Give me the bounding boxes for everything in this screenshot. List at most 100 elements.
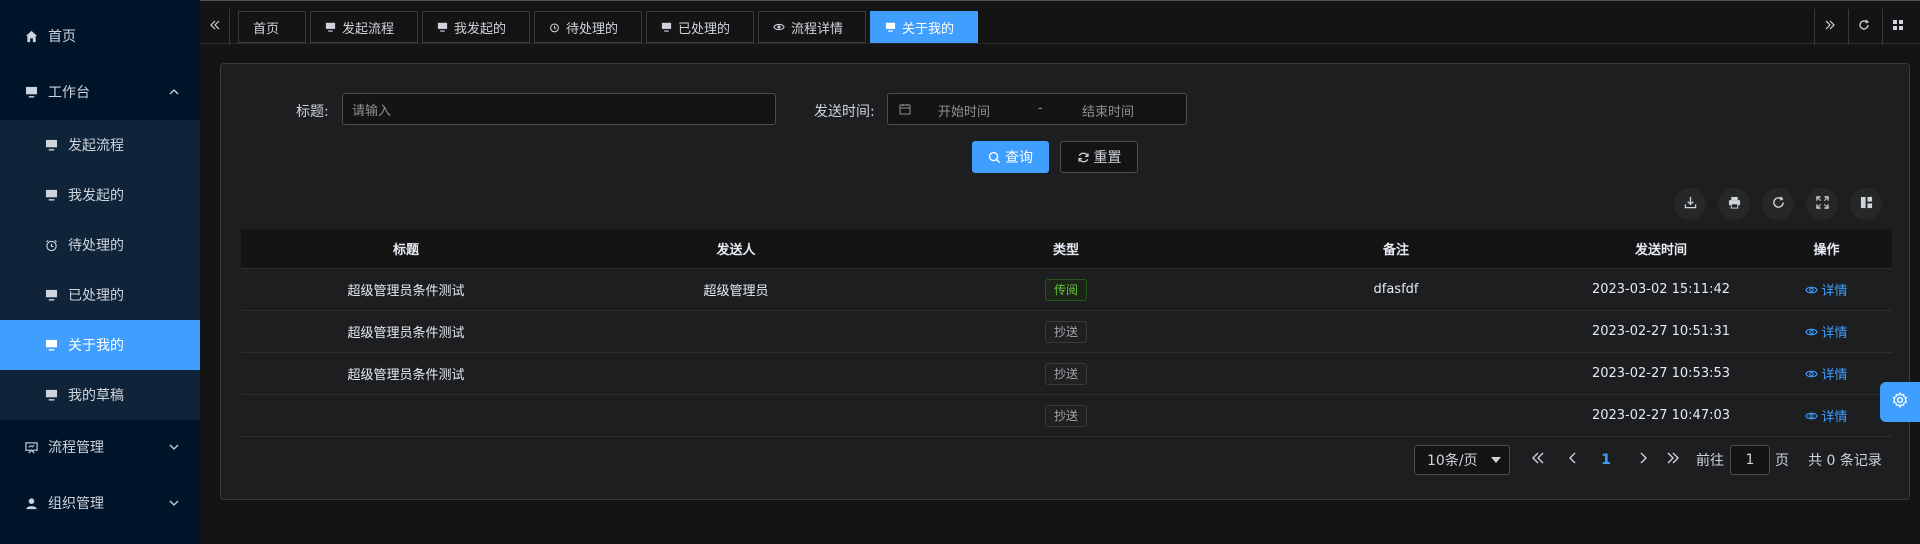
prev-page-button[interactable] [1561, 445, 1585, 475]
home-icon [24, 29, 38, 43]
column-header[interactable]: 操作 [1761, 229, 1892, 268]
sidebar-item-label: 关于我的 [68, 338, 124, 354]
sidebar-item-start-flow[interactable]: 发起流程 [0, 120, 200, 170]
user-icon [24, 496, 38, 510]
column-settings-button[interactable] [1850, 188, 1882, 220]
table-header: 标题 发送人 类型 备注 发送时间 操作 [241, 229, 1892, 269]
goto-suffix: 页 [1775, 453, 1789, 469]
title-input[interactable]: 请输入 [342, 93, 776, 125]
cell-type: 抄送 [901, 353, 1231, 394]
print-button[interactable] [1718, 188, 1750, 220]
sidebar-item-label: 发起流程 [68, 138, 124, 154]
title-label: 标题: [296, 104, 329, 120]
cell-type: 抄送 [901, 395, 1231, 436]
printer-icon [1728, 196, 1741, 213]
monitor-icon [325, 22, 336, 32]
tab-flow-detail[interactable]: 流程详情 [758, 11, 866, 43]
monitor-icon [885, 22, 896, 32]
cell-sender [571, 353, 901, 394]
tab-start-flow[interactable]: 发起流程 [310, 11, 418, 43]
start-time-placeholder[interactable]: 开始时间 [938, 101, 990, 120]
sidebar-item-home[interactable]: 首页 [0, 11, 200, 61]
column-header[interactable]: 类型 [901, 229, 1231, 268]
layout-grid-icon [1860, 196, 1873, 213]
settings-button[interactable] [1880, 382, 1920, 422]
sidebar-group-flow-manage[interactable]: 流程管理 [0, 422, 200, 472]
type-tag: 传阅 [1044, 278, 1087, 301]
query-button[interactable]: 查询 [972, 141, 1049, 173]
scroll-left-button[interactable] [200, 9, 230, 45]
cell-time: 2023-03-02 15:11:42 [1591, 282, 1731, 297]
sidebar-item-about-me[interactable]: 关于我的 [0, 320, 200, 370]
sidebar-item-label: 流程管理 [48, 440, 104, 456]
eye-icon [1805, 369, 1819, 379]
reset-button[interactable]: 重置 [1060, 141, 1138, 173]
sidebar-item-label: 已处理的 [68, 288, 124, 304]
column-header[interactable]: 发送人 [571, 229, 901, 268]
cell-action: 详情 [1761, 311, 1892, 352]
query-button-label: 查询 [1005, 150, 1033, 166]
tab-pending[interactable]: 待处理的 [534, 11, 642, 43]
table-row[interactable]: 超级管理员条件测试 抄送 2023-02-27 10:51:31 详情 [241, 311, 1892, 353]
sidebar-item-pending[interactable]: 待处理的 [0, 220, 200, 270]
cell-title: 超级管理员条件测试 [347, 326, 465, 341]
tab-home[interactable]: 首页 [238, 11, 306, 43]
sidebar-item-label: 待处理的 [68, 238, 124, 254]
sidebar-item-processed[interactable]: 已处理的 [0, 270, 200, 320]
detail-link[interactable]: 详情 [1805, 364, 1848, 383]
tab-about-me[interactable]: 关于我的 [870, 11, 978, 43]
detail-link[interactable]: 详情 [1805, 280, 1848, 299]
records-table: 标题 发送人 类型 备注 发送时间 操作 超级管理员条件测试 超级管理员 传阅 … [241, 229, 1892, 437]
scroll-right-button[interactable] [1814, 9, 1844, 45]
cell-action: 详情 [1761, 395, 1892, 436]
sidebar-item-label: 我发起的 [68, 188, 124, 204]
sidebar-group-org-manage[interactable]: 组织管理 [0, 478, 200, 528]
refresh-tab-button[interactable] [1848, 9, 1878, 45]
end-time-placeholder[interactable]: 结束时间 [1082, 101, 1134, 120]
column-header[interactable]: 标题 [241, 229, 571, 268]
double-chevron-right-icon [1824, 19, 1836, 35]
monitor-icon [44, 388, 58, 402]
sidebar-item-label: 工作台 [48, 85, 90, 101]
tab-label: 已处理的 [678, 21, 731, 37]
first-page-button[interactable] [1526, 445, 1550, 475]
sidebar-item-drafts[interactable]: 我的草稿 [0, 370, 200, 420]
detail-link[interactable]: 详情 [1805, 406, 1848, 425]
refresh-table-button[interactable] [1762, 188, 1794, 220]
detail-link[interactable]: 详情 [1805, 322, 1848, 341]
monitor-icon [44, 188, 58, 202]
tab-menu-button[interactable] [1882, 9, 1912, 45]
page-number-current[interactable]: 1 [1594, 445, 1618, 475]
table-row[interactable]: 抄送 2023-02-27 10:47:03 详情 [241, 395, 1892, 437]
column-header[interactable]: 备注 [1231, 229, 1561, 268]
cell-note [1231, 311, 1561, 352]
refresh-icon [1858, 19, 1870, 35]
detail-link-label: 详情 [1821, 368, 1848, 383]
page-size-select[interactable]: 10条/页 [1414, 445, 1510, 475]
tab-processed[interactable]: 已处理的 [646, 11, 754, 43]
last-page-button[interactable] [1659, 445, 1687, 475]
column-header[interactable]: 发送时间 [1561, 229, 1761, 268]
chevron-down-icon [168, 497, 180, 509]
chevron-down-icon [168, 441, 180, 453]
goto-page-input[interactable]: 1 [1730, 445, 1770, 475]
sidebar-item-my-started[interactable]: 我发起的 [0, 170, 200, 220]
fullscreen-button[interactable] [1806, 188, 1838, 220]
table-row[interactable]: 超级管理员条件测试 抄送 2023-02-27 10:53:53 详情 [241, 353, 1892, 395]
sidebar-group-workbench[interactable]: 工作台 [0, 67, 200, 117]
tabs-bar: 首页 发起流程 我发起的 待处理的 已处理的 流程详情 关于我的 [200, 0, 1920, 45]
cell-sender [571, 311, 901, 352]
table-row[interactable]: 超级管理员条件测试 超级管理员 传阅 dfasfdf 2023-03-02 15… [241, 269, 1892, 311]
tab-my-started[interactable]: 我发起的 [422, 11, 530, 43]
cell-type: 传阅 [901, 269, 1231, 310]
cell-title: 超级管理员条件测试 [347, 368, 465, 383]
sidebar-item-label: 首页 [48, 29, 76, 45]
send-time-range-picker[interactable]: 开始时间 - 结束时间 [887, 93, 1187, 125]
caret-down-icon [1491, 457, 1501, 464]
sidebar-item-label: 组织管理 [48, 496, 104, 512]
next-page-button[interactable] [1631, 445, 1655, 475]
title-input-placeholder: 请输入 [352, 103, 392, 119]
tab-label: 关于我的 [902, 21, 955, 37]
tab-label: 首页 [253, 21, 280, 37]
export-button[interactable] [1674, 188, 1706, 220]
